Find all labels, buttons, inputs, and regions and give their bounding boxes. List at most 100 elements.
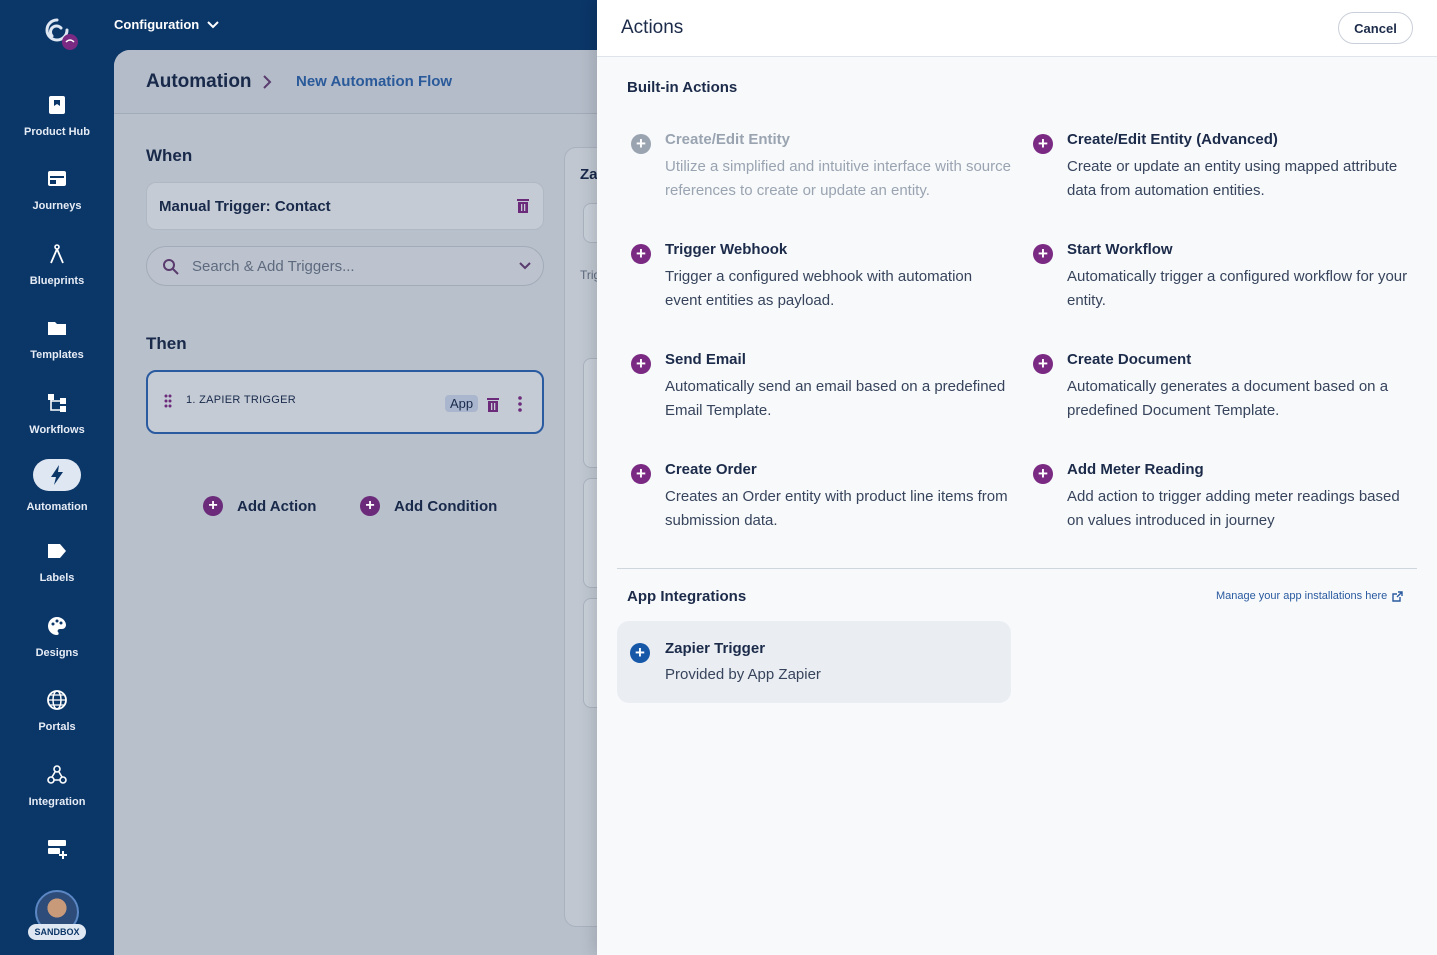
action-config-panel: Za Trig [564, 147, 597, 927]
plus-circle-icon: + [1033, 244, 1053, 264]
entity-manager-icon [48, 840, 67, 859]
actions-drawer: Actions Cancel Built-in Actions + Create… [597, 0, 1437, 955]
automation-editor: Automation New Automation Flow When Manu… [114, 50, 597, 955]
configuration-label: Configuration [114, 17, 200, 32]
flow-action-card[interactable]: 1. ZAPIER TRIGGER App [146, 370, 544, 434]
plus-circle-icon: + [630, 643, 650, 663]
action-description: Create or update an entity using mapped … [1067, 158, 1398, 199]
action-description: Automatically trigger a configured workf… [1067, 268, 1408, 309]
flow-action-label: 1. ZAPIER TRIGGER [186, 394, 297, 406]
globe-icon [47, 690, 67, 710]
sidebar-item-label: Blueprints [29, 275, 85, 287]
drawer-header: Actions Cancel [597, 0, 1437, 57]
panel-block [583, 358, 597, 468]
panel-block [583, 478, 597, 588]
panel-block [583, 203, 597, 243]
action-name: Create Order [665, 461, 757, 478]
trash-icon[interactable] [516, 198, 530, 214]
plus-icon: + [203, 496, 223, 516]
drag-handle-icon[interactable] [164, 394, 172, 408]
trigger-card[interactable]: Manual Trigger: Contact [146, 182, 544, 230]
blueprints-icon [50, 244, 64, 264]
sidebar-item-entity-manager[interactable] [0, 838, 114, 866]
sidebar-item-portals[interactable]: Portals [0, 689, 114, 735]
sidebar-item-label: Workflows [29, 424, 85, 436]
sandbox-badge: SANDBOX [28, 924, 86, 940]
sidebar-item-label: Integration [28, 796, 86, 808]
sidebar-item-designs[interactable]: Designs [0, 615, 114, 661]
manage-apps-link[interactable]: Manage your app installations here [1216, 590, 1403, 602]
search-icon [163, 259, 179, 275]
app-action-zapier-trigger[interactable]: + Zapier Trigger Provided by App Zapier [617, 621, 1011, 703]
configuration-menu[interactable]: Configuration [114, 17, 219, 32]
action-name: Create/Edit Entity (Advanced) [1067, 131, 1278, 148]
plus-circle-icon: + [631, 134, 651, 154]
lightning-icon [51, 465, 63, 485]
sidebar-item-journeys[interactable]: Journeys [0, 168, 114, 214]
when-heading: When [146, 146, 193, 165]
sidebar-item-label: Portals [38, 721, 76, 733]
sidebar-item-blueprints[interactable]: Blueprints [0, 243, 114, 289]
section-divider [617, 568, 1417, 569]
action-description: Automatically send an email based on a p… [665, 378, 1006, 419]
add-action-button[interactable]: + Add Action [203, 496, 316, 516]
builtin-actions-heading: Built-in Actions [627, 79, 738, 96]
plus-icon: + [360, 496, 380, 516]
chevron-down-icon [207, 20, 219, 28]
app-logo-icon[interactable] [40, 14, 80, 54]
action-description: Add action to trigger adding meter readi… [1067, 488, 1400, 529]
app-badge: App [445, 395, 479, 412]
sidebar-item-label: Automation [26, 501, 88, 513]
manage-apps-label: Manage your app installations here [1216, 590, 1388, 602]
sidebar-item-label: Labels [39, 572, 75, 584]
workflows-icon [48, 394, 66, 412]
folder-icon [48, 322, 66, 335]
action-description: Creates an Order entity with product lin… [665, 488, 1008, 529]
action-name: Add Meter Reading [1067, 461, 1204, 478]
action-description: Automatically generates a document based… [1067, 378, 1389, 419]
plus-circle-icon: + [631, 244, 651, 264]
sidebar-item-label: Product Hub [24, 126, 90, 138]
trigger-title: Manual Trigger: Contact [159, 198, 331, 215]
app-integrations-heading: App Integrations [627, 588, 747, 605]
sidebar-item-integration[interactable]: Integration [0, 764, 114, 810]
breadcrumb-root[interactable]: Automation [146, 71, 252, 93]
action-description: Trigger a configured webhook with automa… [665, 268, 973, 309]
panel-title-fragment: Za [580, 166, 597, 183]
app-action-name: Zapier Trigger [665, 640, 766, 657]
journeys-icon [48, 171, 66, 186]
action-name: Start Workflow [1067, 241, 1173, 258]
more-vertical-icon[interactable] [518, 396, 522, 412]
sidebar-item-templates[interactable]: Templates [0, 317, 114, 363]
active-indicator [33, 459, 81, 491]
add-condition-button[interactable]: + Add Condition [360, 496, 497, 516]
plus-circle-icon: + [1033, 354, 1053, 374]
chevron-down-icon[interactable] [519, 262, 531, 270]
action-name: Create/Edit Entity [665, 131, 791, 148]
drawer-title: Actions [621, 17, 684, 38]
action-name: Create Document [1067, 351, 1192, 368]
breadcrumb-current[interactable]: New Automation Flow [296, 73, 452, 90]
sidebar: Product Hub Journeys Blueprints Template… [0, 0, 114, 955]
trigger-search-input[interactable]: Search & Add Triggers... [146, 246, 544, 286]
action-name: Trigger Webhook [665, 241, 788, 258]
plus-circle-icon: + [631, 354, 651, 374]
external-link-icon [1392, 590, 1403, 602]
action-description: Utilize a simplified and intuitive inter… [665, 158, 1011, 199]
chevron-right-icon [263, 75, 272, 89]
add-action-label: Add Action [237, 497, 317, 515]
breadcrumb: Automation New Automation Flow [114, 50, 597, 114]
sidebar-item-product-hub[interactable]: Product Hub [0, 94, 114, 140]
plus-circle-icon: + [1033, 134, 1053, 154]
label-icon [48, 544, 66, 558]
sidebar-item-labels[interactable]: Labels [0, 540, 114, 586]
trash-icon[interactable] [486, 397, 500, 413]
sidebar-item-label: Designs [35, 647, 79, 659]
search-placeholder: Search & Add Triggers... [192, 258, 355, 275]
add-condition-label: Add Condition [394, 497, 498, 515]
sidebar-item-automation[interactable]: Automation [0, 459, 114, 515]
palette-icon [48, 617, 66, 635]
sidebar-item-workflows[interactable]: Workflows [0, 392, 114, 438]
cancel-button[interactable]: Cancel [1338, 12, 1413, 44]
app-action-description: Provided by App Zapier [665, 666, 821, 683]
